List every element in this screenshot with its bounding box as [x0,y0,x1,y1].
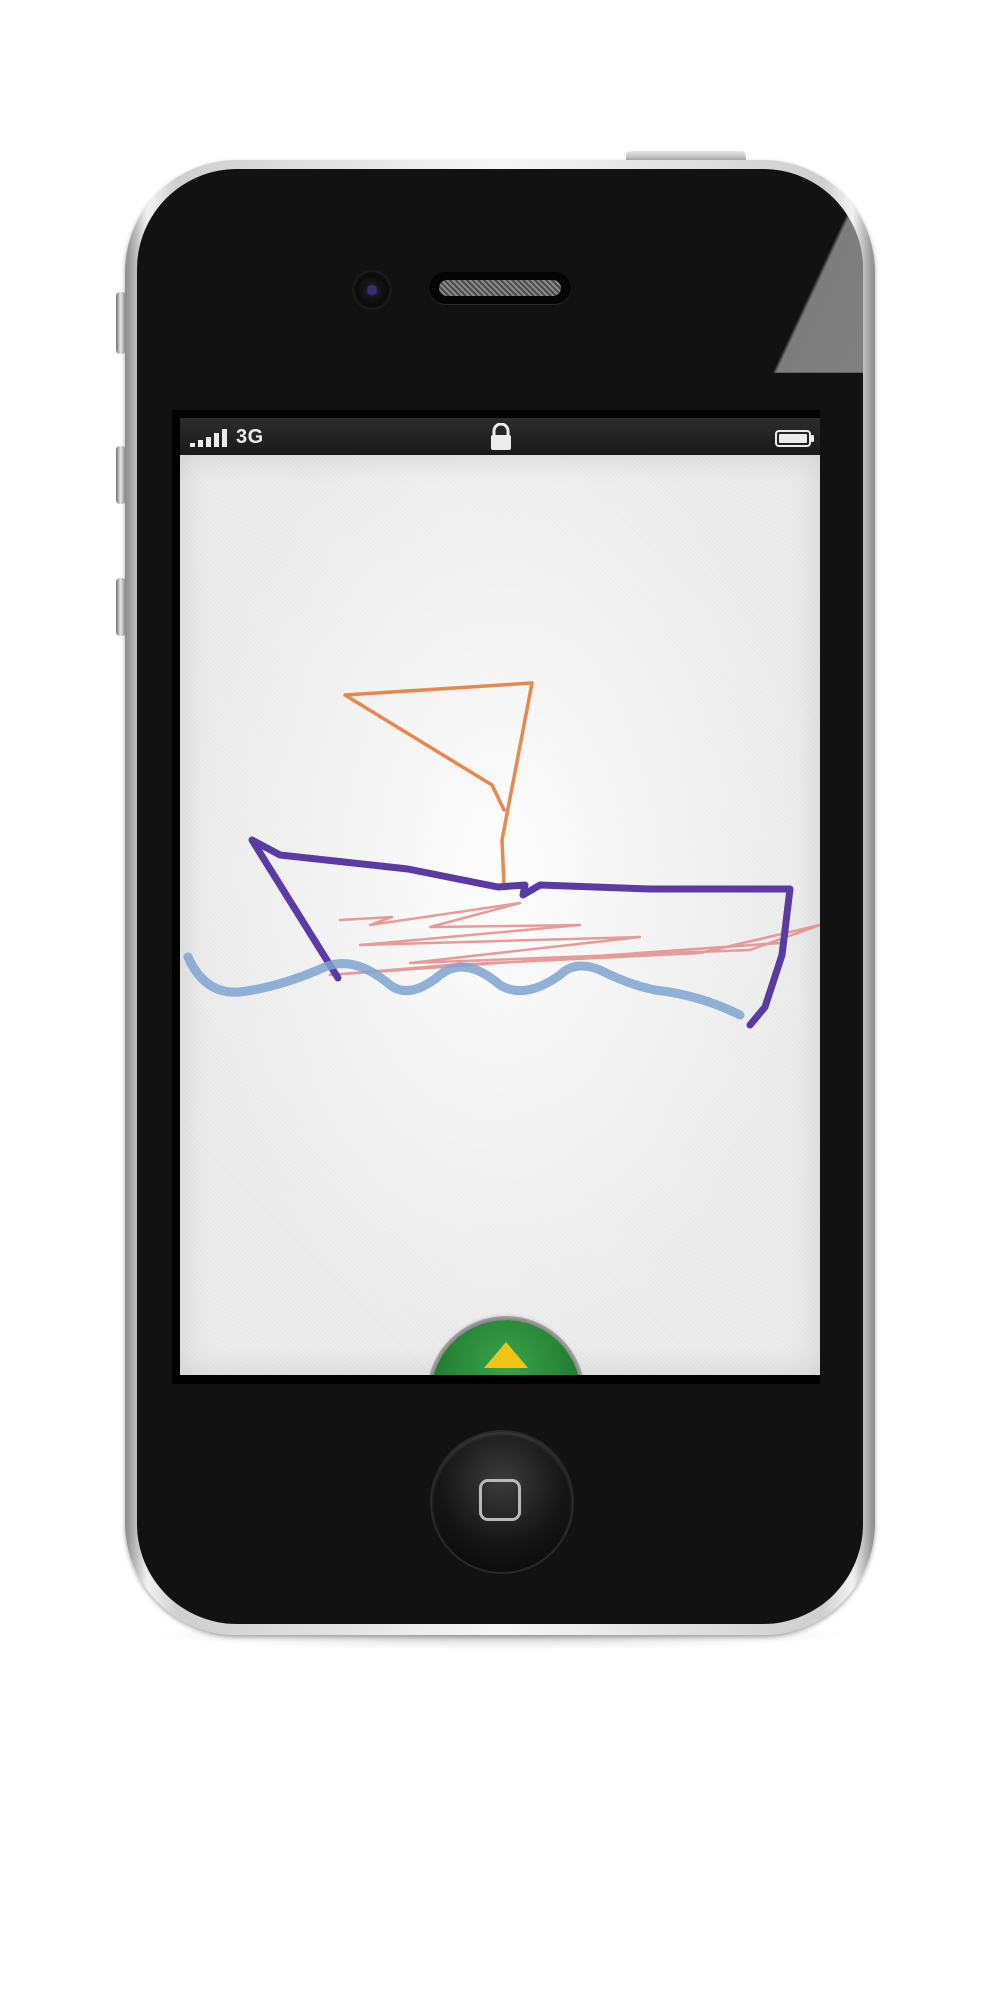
drawing-canvas[interactable] [180,455,820,1375]
hull-stroke [248,836,794,1029]
boat-drawing [183,681,820,1029]
waves-stroke [183,952,745,1020]
lock-icon [491,423,511,450]
up-arrow-icon [484,1342,528,1368]
sail-stroke [343,681,534,887]
home-button[interactable] [432,1432,572,1572]
battery-icon [775,430,814,447]
earpiece-speaker [429,272,571,304]
home-square-icon [479,1479,521,1521]
front-camera [354,272,390,308]
status-bar: 3G [180,418,820,455]
network-type: 3G [236,426,264,448]
signal-strength-icon [190,429,227,447]
